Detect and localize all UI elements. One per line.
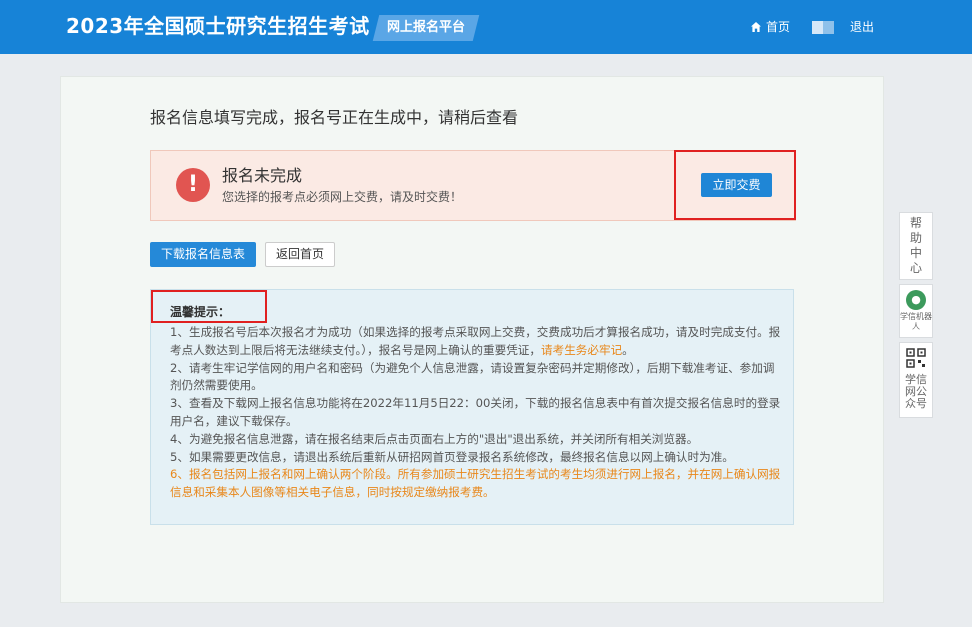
tip-item-3: 3、查看及下载网上报名信息功能将在2022年11月5日22：00关闭，下载的报名… bbox=[170, 396, 781, 428]
robot-button[interactable]: ● 学信机器人 bbox=[899, 284, 933, 338]
tip-item-1-text: 1、生成报名号后本次报名才为成功（如果选择的报考点采取网上交费，交费成功后才算报… bbox=[170, 325, 781, 357]
nav-home-link[interactable]: 首页 bbox=[750, 17, 790, 37]
tip-item-1-highlight: 请考生务必牢记 bbox=[541, 342, 623, 357]
alert-description: 您选择的报考点必须网上交费，请及时交费！ bbox=[222, 190, 463, 204]
return-home-button[interactable]: 返回首页 bbox=[265, 242, 335, 267]
help-char: 心 bbox=[909, 261, 922, 275]
status-heading: 报名信息填写完成，报名号正在生成中，请稍后查看 bbox=[150, 108, 519, 127]
alert-title: 报名未完成 bbox=[222, 166, 303, 185]
tip-item-1: 1、生成报名号后本次报名才为成功（如果选择的报考点采取网上交费，交费成功后才算报… bbox=[170, 324, 782, 360]
robot-label: 学信机器人 bbox=[900, 312, 932, 331]
nav-home-label: 首页 bbox=[766, 20, 791, 34]
tip-item-4: 4、为避免报名信息泄露，请在报名结束后点击页面右上方的"退出"退出系统，并关闭所… bbox=[170, 431, 699, 446]
wechat-label: 学信网公众号 bbox=[905, 373, 927, 410]
tip-item-2: 2、请考生牢记学信网的用户名和密码（为避免个人信息泄露，请设置复杂密码并定期修改… bbox=[170, 360, 775, 393]
help-char: 中 bbox=[909, 246, 922, 260]
tip-item-6: 6、报名包括网上报名和网上确认两个阶段。所有参加硕士研究生招生考试的考生均须进行… bbox=[170, 467, 781, 500]
toggle-icon[interactable] bbox=[812, 21, 834, 34]
annotation-box-pay bbox=[674, 150, 796, 220]
help-center-button[interactable]: 帮 助 中 心 bbox=[899, 212, 933, 280]
tips-body: 1、生成报名号后本次报名才为成功（如果选择的报考点采取网上交费，交费成功后才算报… bbox=[170, 324, 782, 502]
download-form-button[interactable]: 下载报名信息表 bbox=[150, 242, 256, 267]
tip-item-5: 5、如果需要更改信息，请退出系统后重新从研招网首页登录报名系统修改，最终报名信息… bbox=[170, 449, 734, 464]
platform-tag: 网上报名平台 bbox=[386, 20, 465, 35]
warning-icon: ! bbox=[176, 168, 210, 202]
help-char: 助 bbox=[909, 231, 922, 245]
home-icon bbox=[751, 22, 761, 32]
site-title: 2023年全国硕士研究生招生考试 bbox=[66, 14, 370, 38]
wechat-button[interactable]: 学信网公众号 bbox=[899, 342, 933, 418]
qr-code-icon bbox=[906, 348, 926, 368]
help-char: 帮 bbox=[909, 216, 922, 230]
tips-title: 温馨提示： bbox=[170, 305, 231, 319]
tip-item-1-end: 。 bbox=[622, 342, 634, 357]
logout-link[interactable]: 退出 bbox=[850, 17, 874, 37]
robot-icon: ● bbox=[906, 290, 926, 310]
